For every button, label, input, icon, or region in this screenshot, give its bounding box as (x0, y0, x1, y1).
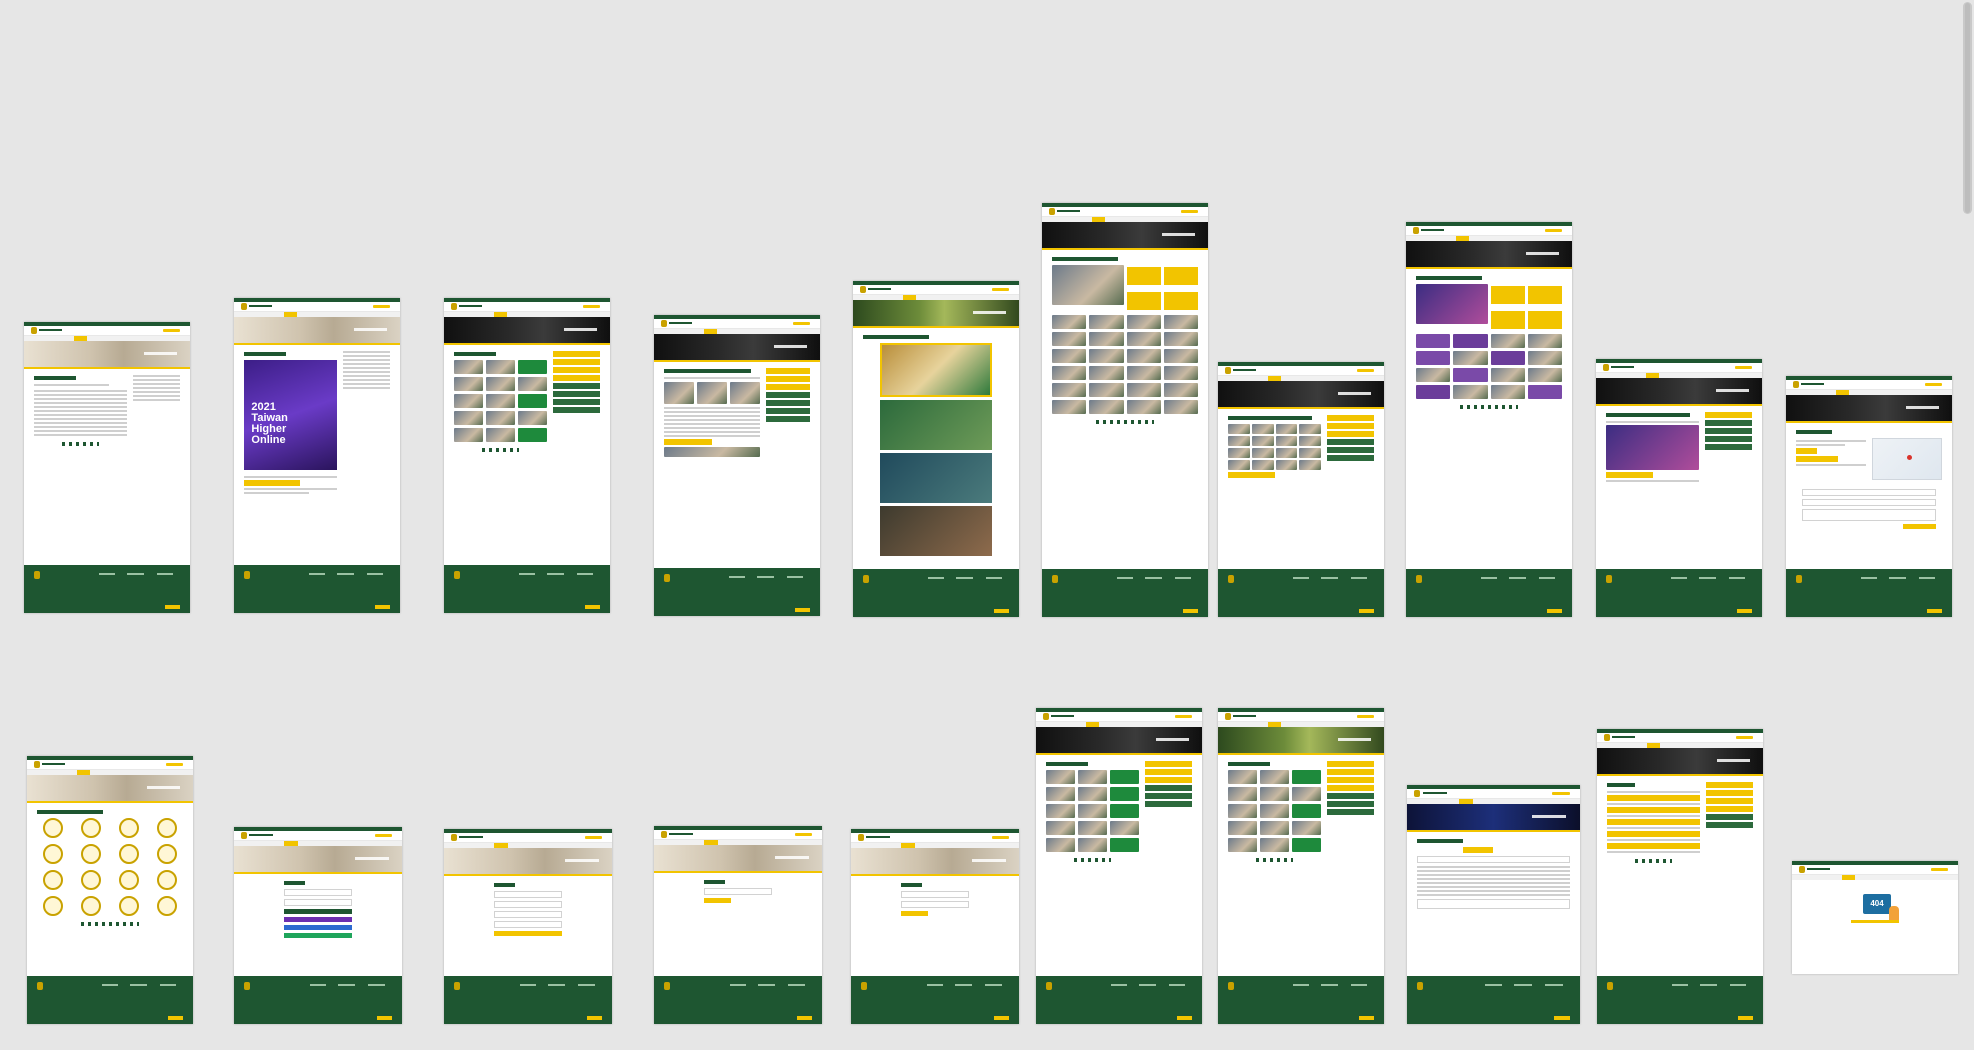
board-event-poster[interactable]: 2021 Taiwan Higher Online (234, 298, 400, 613)
board-article-detail[interactable] (654, 315, 820, 616)
agency-seal-icon[interactable] (157, 818, 178, 838)
logo-icon (859, 286, 866, 293)
board-video-detail[interactable] (1596, 359, 1762, 617)
agency-seal-icon[interactable] (42, 896, 63, 916)
logo-icon (1603, 734, 1610, 741)
logo-icon (857, 834, 864, 841)
logo-icon (1413, 790, 1420, 797)
agency-seal-icon[interactable] (119, 870, 139, 890)
logo-icon (1224, 713, 1231, 720)
agency-seal-icon[interactable] (119, 818, 139, 838)
logo-icon (660, 831, 667, 838)
logo-icon (1042, 713, 1049, 720)
board-gallery-detail[interactable] (1218, 362, 1384, 617)
logo-icon (450, 834, 457, 841)
error-illustration: 404 (1845, 890, 1905, 940)
board-forgot-password[interactable] (654, 826, 822, 1024)
agency-seal-icon[interactable] (42, 870, 63, 890)
agency-seal-icon[interactable] (42, 818, 63, 838)
logo-icon (1602, 364, 1609, 371)
logo-icon (1412, 227, 1419, 234)
error-code: 404 (1863, 894, 1891, 914)
agency-seal-icon[interactable] (80, 818, 101, 838)
agency-seal-icon[interactable] (157, 844, 178, 864)
board-services[interactable] (853, 281, 1019, 617)
map-pin-icon (1907, 455, 1913, 460)
artboard-canvas: 2021 Taiwan Higher Online 404 (0, 0, 1974, 1050)
location-map[interactable] (1872, 438, 1943, 480)
board-contact-map[interactable] (1786, 376, 1952, 617)
agency-seal-icon[interactable] (119, 896, 139, 916)
poster-text: 2021 Taiwan Higher Online (251, 400, 288, 446)
agency-seal-icon[interactable] (80, 896, 101, 916)
agency-seal-icon[interactable] (42, 844, 63, 864)
board-register[interactable] (444, 829, 612, 1024)
agency-seal-icon[interactable] (157, 896, 178, 916)
board-reset-password[interactable] (851, 829, 1019, 1024)
logo-icon (1798, 866, 1805, 873)
board-news-grid-1[interactable] (444, 298, 610, 613)
logo-icon (33, 761, 40, 768)
board-error-404[interactable]: 404 (1792, 861, 1958, 974)
logo-icon (450, 303, 457, 310)
board-faq-list[interactable] (1597, 729, 1763, 1024)
board-agencies-seals[interactable] (27, 756, 193, 1024)
logo-icon (1224, 367, 1231, 374)
board-webboard[interactable] (1407, 785, 1580, 1024)
logo-icon (240, 303, 247, 310)
logo-icon (240, 832, 247, 839)
logo-icon (1048, 208, 1055, 215)
board-gallery-long[interactable] (1042, 203, 1208, 617)
agency-seal-icon[interactable] (119, 844, 139, 864)
logo-icon (30, 327, 37, 334)
agency-seal-icon[interactable] (157, 870, 178, 890)
board-login[interactable] (234, 827, 402, 1024)
board-video-gallery[interactable] (1406, 222, 1572, 617)
logo-icon (1792, 381, 1799, 388)
agency-seal-icon[interactable] (80, 844, 101, 864)
board-news-list[interactable] (24, 322, 190, 613)
agency-seal-icon[interactable] (80, 870, 101, 890)
board-news-grid-3[interactable] (1218, 708, 1384, 1024)
board-news-grid-2[interactable] (1036, 708, 1202, 1024)
vertical-scrollbar[interactable] (1963, 2, 1972, 214)
event-poster-image: 2021 Taiwan Higher Online (243, 360, 338, 470)
logo-icon (660, 320, 667, 327)
